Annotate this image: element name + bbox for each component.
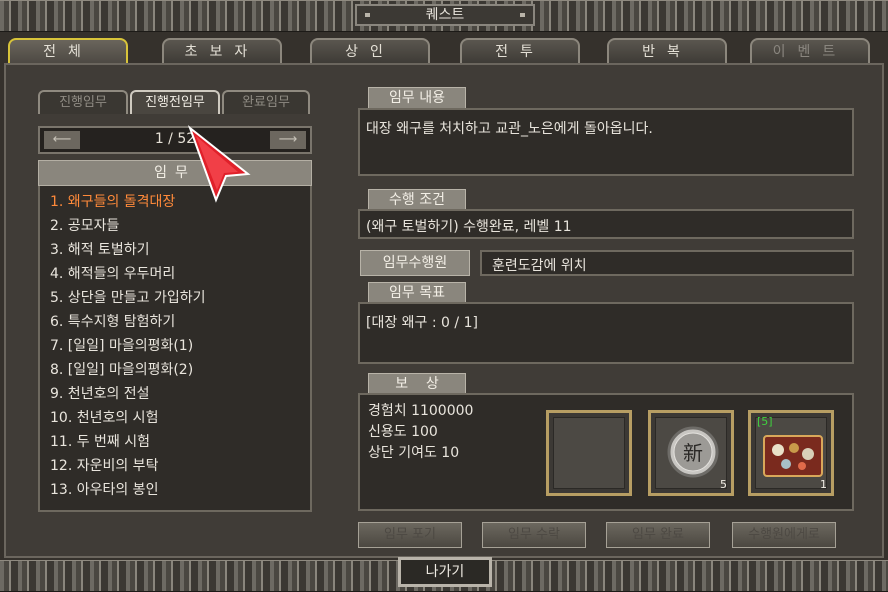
slot-quantity: 1 (820, 478, 827, 491)
list-item[interactable]: 2. 공모자들 (50, 214, 119, 238)
tab-battle[interactable]: 전투 (460, 38, 580, 64)
empty-slot (553, 417, 625, 489)
window-title: 퀘스트 (355, 4, 535, 26)
title-right-dot (520, 13, 525, 17)
go-to-agent-button[interactable]: 수행원에게로 (732, 522, 836, 548)
content-box: 대장 왜구를 처치하고 교관_노은에게 돌아옵니다. (358, 108, 854, 176)
list-item[interactable]: 11. 두 번째 시험 (50, 430, 150, 454)
tab-merchant[interactable]: 상인 (310, 38, 430, 64)
list-item[interactable]: 8. [일일] 마을의평화(2) (50, 358, 193, 382)
list-item[interactable]: 7. [일일] 마을의평화(1) (50, 334, 193, 358)
exit-button[interactable]: 나가기 (398, 557, 492, 587)
list-item[interactable]: 3. 해적 토벌하기 (50, 238, 150, 262)
slot-quantity: 5 (720, 478, 727, 491)
reward-slot-coin[interactable]: 新 5 (648, 410, 734, 496)
tab-event[interactable]: 이벤트 (750, 38, 870, 64)
slot-inner-coin: 新 (655, 417, 727, 489)
subtab-pre-progress[interactable]: 진행전임무 (130, 90, 220, 114)
list-item[interactable]: 4. 해적들의 우두머리 (50, 262, 175, 286)
new-coin-icon: 新 (667, 426, 719, 478)
reward-contribution: 상단 기여도 10 (368, 445, 460, 461)
reward-exp: 경험치 1100000 (368, 403, 474, 419)
accept-quest-button[interactable]: 임무 수락 (482, 522, 586, 548)
list-item[interactable]: 12. 자운비의 부탁 (50, 454, 158, 478)
condition-text: (왜구 토벌하기) 수행완료, 레벨 11 (366, 219, 572, 235)
coin-glyph: 新 (683, 441, 703, 465)
agent-box: 훈련도감에 위치 (480, 250, 854, 276)
goal-header: 임무 목표 (368, 282, 466, 304)
cursor-arrow-icon (187, 125, 251, 203)
reward-credit: 신용도 100 (368, 424, 438, 440)
content-header: 임무 내용 (368, 87, 466, 109)
tab-all[interactable]: 전체 (8, 38, 128, 64)
complete-quest-button[interactable]: 임무 완료 (606, 522, 710, 548)
list-pager: ⟵ 1 / 52 ⟶ (38, 126, 312, 154)
tab-repeat[interactable]: 반복 (607, 38, 727, 64)
right-arrow-icon[interactable]: ⟶ (270, 131, 306, 149)
title-left-dot (365, 13, 370, 17)
condition-header: 수행 조건 (368, 189, 466, 211)
treasure-box-icon (763, 435, 823, 477)
goal-text: [대장 왜구 : 0 / 1] (366, 315, 478, 331)
quest-list-header: 임무 (38, 160, 312, 186)
list-item[interactable]: 6. 특수지형 탐험하기 (50, 310, 175, 334)
content-text: 대장 왜구를 처치하고 교관_노은에게 돌아옵니다. (366, 121, 653, 137)
quest-window: 퀘스트 전체 초보자 상인 전투 반복 이벤트 진행임무 진행전임무 완료임무 … (0, 0, 888, 592)
condition-box: (왜구 토벌하기) 수행완료, 레벨 11 (358, 209, 854, 239)
list-item[interactable]: 1. 왜구들의 돌격대장 (50, 190, 175, 214)
quest-list: 1. 왜구들의 돌격대장 2. 공모자들 3. 해적 토벌하기 4. 해적들의 … (38, 186, 312, 512)
subtab-in-progress[interactable]: 진행임무 (38, 90, 128, 114)
abandon-quest-button[interactable]: 임무 포기 (358, 522, 462, 548)
list-item[interactable]: 5. 상단을 만들고 가입하기 (50, 286, 206, 310)
subtab-completed[interactable]: 완료임무 (222, 90, 310, 114)
window-title-text: 퀘스트 (425, 7, 465, 23)
reward-slot-empty[interactable] (546, 410, 632, 496)
category-tabs: 전체 초보자 상인 전투 반복 이벤트 (4, 32, 884, 64)
list-item[interactable]: 9. 천년호의 전설 (50, 382, 150, 406)
reward-lines: 경험치 1100000 신용도 100 상단 기여도 10 (368, 401, 473, 464)
reward-header: 보 상 (368, 373, 466, 395)
goal-box: [대장 왜구 : 0 / 1] (358, 302, 854, 364)
list-item[interactable]: 10. 천년호의 시험 (50, 406, 158, 430)
tab-beginner[interactable]: 초보자 (162, 38, 282, 64)
list-item[interactable]: 13. 아우타의 봉인 (50, 478, 158, 502)
slot-badge: [5] (757, 415, 773, 428)
reward-slot-box[interactable]: [5] 1 (748, 410, 834, 496)
agent-text: 훈련도감에 위치 (492, 258, 587, 274)
agent-button[interactable]: 임무수행원 (360, 250, 470, 276)
